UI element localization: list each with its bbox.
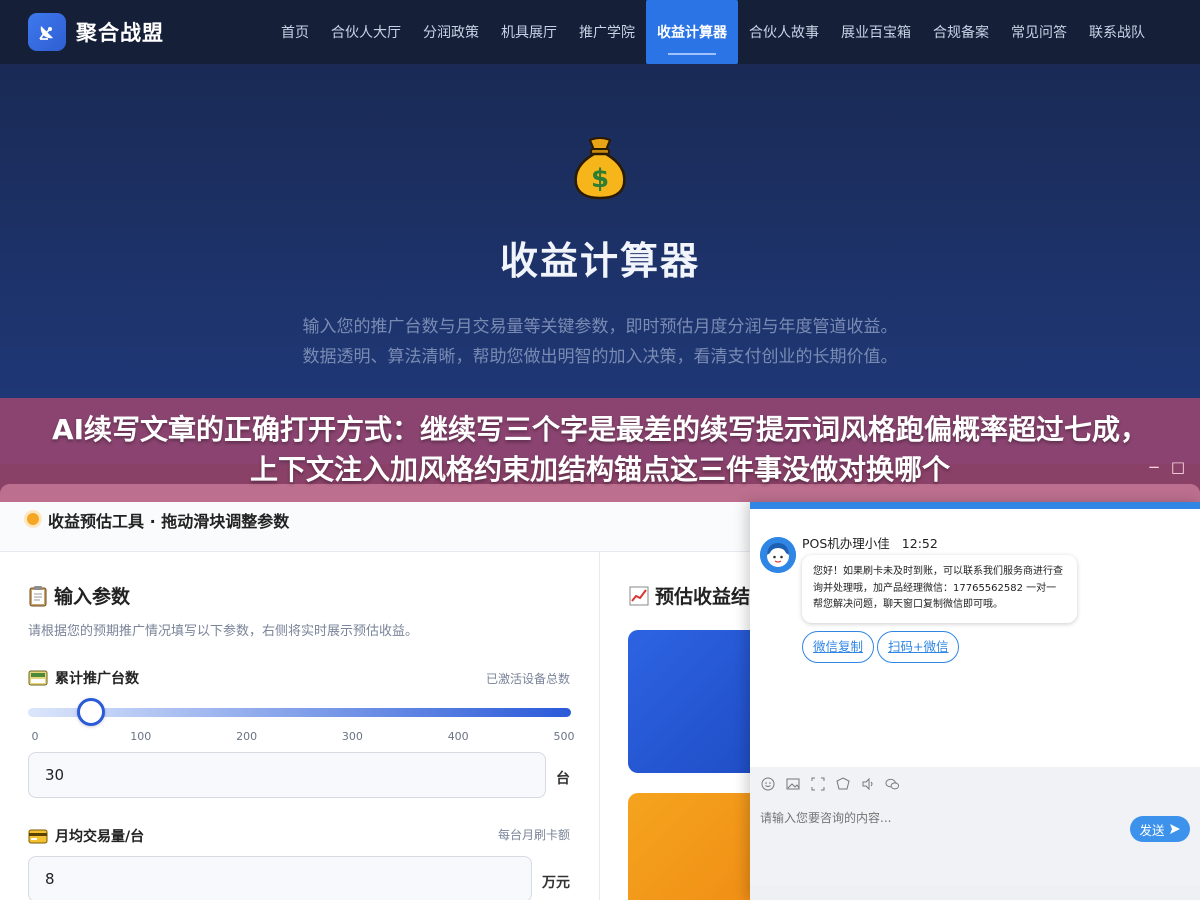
banner-headline: AI续写文章的正确打开方式：继续写三个字是最差的续写提示词风格跑偏概率超过七成，… [51,413,1149,486]
rating-icon[interactable] [835,777,850,792]
message-time: 12:52 [901,536,938,551]
chat-toolbar [750,767,1200,801]
status-dot-icon [27,513,39,525]
nav-item-partner-stories[interactable]: 合伙人故事 [738,0,830,64]
slider-tick-label: 200 [236,730,258,743]
screenshot-icon[interactable] [810,777,825,792]
slider-tick-label: 100 [130,730,152,743]
monthly-income-card [628,630,768,773]
image-icon[interactable] [785,777,800,792]
maximize-icon[interactable]: □ [1170,460,1186,476]
agent-name: POS机办理小佳 [802,536,890,551]
devices-slider-ticks: 0 100 200 300 400 500 [28,730,575,744]
volume-field-label: 月均交易量/台 [28,826,144,846]
volume-unit: 万元 [542,875,570,891]
voice-icon[interactable] [860,777,875,792]
chat-footer [750,885,1200,900]
brand-name: 聚合战盟 [76,21,164,45]
slider-tick-label: 300 [341,730,363,743]
volume-hint: 每台月刷卡额 [497,828,570,842]
input-section-title: 输入参数 [28,582,130,609]
scan-wechat-button[interactable]: 扫码+微信 [877,631,960,663]
nav-item-promo-academy[interactable]: 推广学院 [568,0,646,64]
money-bag-icon: $ [571,136,629,206]
results-section-title: 预估收益结 [629,582,750,609]
top-navbar: 聚合战盟 首页 合伙人大厅 分润政策 机具展厅 推广学院 收益计算器 合伙人故事… [0,0,1200,64]
customer-service-chat: POS机办理小佳 12:52 您好！如果刷卡未及时到账，可以联系我们服务商进行查… [750,502,1200,900]
input-parameters-panel: 输入参数 请根据您的预期推广情况填写以下参数，右侧将实时展示预估收益。 累计推广… [0,552,600,900]
nav-item-contact[interactable]: 联系战队 [1078,0,1156,64]
devices-unit: 台 [556,771,570,787]
credit-card-icon [28,829,48,844]
results-section-title-text: 预估收益结 [655,586,751,608]
slider-tick-label: 400 [447,730,469,743]
nav-item-faq[interactable]: 常见问答 [1000,0,1078,64]
svg-text:$: $ [591,164,609,194]
nav-item-revenue-calculator[interactable]: 收益计算器 [646,0,738,64]
send-button[interactable]: 发送 [1130,816,1190,842]
nav-item-toolbox[interactable]: 展业百宝箱 [830,0,922,64]
agent-avatar [760,537,796,573]
devices-slider-handle[interactable] [76,698,105,726]
nav-item-compliance[interactable]: 合规备案 [922,0,1000,64]
devices-field-label: 累计推广台数 [28,668,139,688]
send-arrow-icon [1169,823,1181,835]
input-section-title-text: 输入参数 [54,586,131,608]
pos-terminal-icon [28,670,48,686]
agent-message-bubble: 您好！如果刷卡未及时到账，可以联系我们服务商进行查询并处理哦，加产品经理微信：1… [802,555,1077,623]
volume-input[interactable] [28,856,532,900]
slider-tick-label: 0 [31,730,39,743]
devices-hint: 已激活设备总数 [485,672,570,686]
nav-item-profit-policy[interactable]: 分润政策 [412,0,490,64]
wechat-icon[interactable] [885,777,900,792]
devices-label-text: 累计推广台数 [55,671,139,687]
main-menu: 首页 合伙人大厅 分润政策 机具展厅 推广学院 收益计算器 合伙人故事 展业百宝… [270,0,1156,64]
agent-meta: POS机办理小佳 12:52 [802,533,938,552]
chat-message-input[interactable] [750,801,1200,885]
nav-item-device-showroom[interactable]: 机具展厅 [490,0,568,64]
copy-wechat-button[interactable]: 微信复制 [802,631,875,663]
chart-up-icon [629,586,649,606]
emoji-icon[interactable] [760,777,775,792]
nav-item-home[interactable]: 首页 [270,0,320,64]
calculator-header-title: 收益预估工具 · 拖动滑块调整参数 [48,512,290,531]
satellite-dish-icon [28,13,66,51]
devices-input[interactable] [28,752,546,798]
clipboard-icon [28,585,48,607]
nav-item-partner-hall[interactable]: 合伙人大厅 [320,0,412,64]
input-section-subtitle: 请根据您的预期推广情况填写以下参数，右侧将实时展示预估收益。 [28,624,419,639]
article-banner: AI续写文章的正确打开方式：继续写三个字是最差的续写提示词风格跑偏概率超过七成，… [0,398,1200,502]
send-button-label: 发送 [1139,822,1165,838]
volume-label-text: 月均交易量/台 [55,829,145,845]
brand-logo[interactable]: 聚合战盟 [28,13,164,51]
minimize-icon[interactable]: − [1146,460,1162,476]
annual-income-card [628,793,768,900]
hero-description: 输入您的推广台数与月交易量等关键参数，即时预估月度分润与年度管道收益。数据透明、… [302,317,898,367]
page-title: 收益计算器 [499,239,700,283]
slider-tick-label: 500 [553,730,575,743]
devices-slider[interactable] [28,698,571,726]
